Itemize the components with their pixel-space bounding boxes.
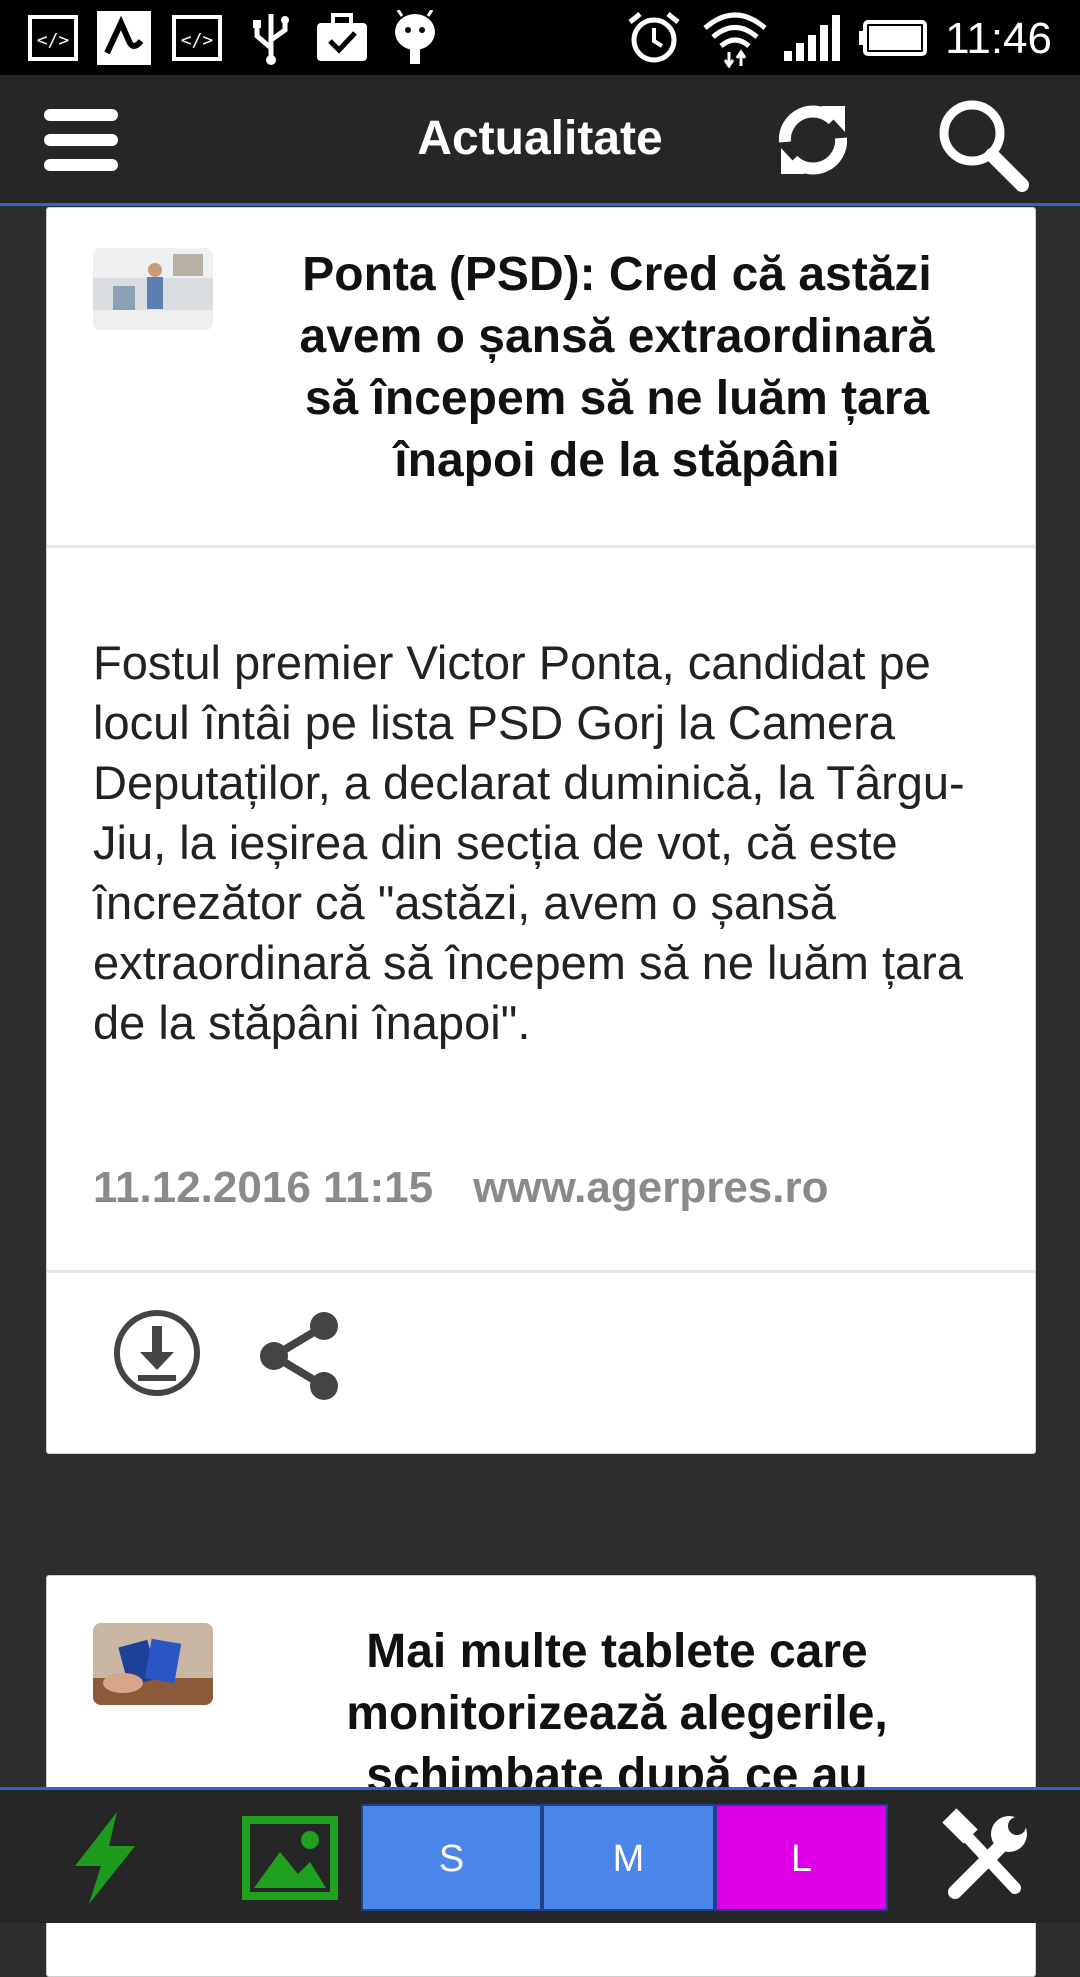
divider: [47, 545, 1035, 548]
search-icon[interactable]: [932, 95, 1032, 195]
download-icon[interactable]: [112, 1308, 202, 1398]
article-card[interactable]: Ponta (PSD): Cred că astăzi avem o șansă…: [46, 207, 1036, 1454]
avira-icon: [96, 10, 152, 66]
size-large-button[interactable]: L: [715, 1804, 888, 1911]
article-date: 11.12.2016 11:15: [93, 1163, 434, 1212]
article-meta: 11.12.2016 11:15 www.agerpres.ro: [93, 1163, 829, 1213]
divider: [47, 1270, 1035, 1273]
flash-icon[interactable]: [55, 1808, 155, 1908]
usb-icon: [244, 10, 298, 66]
refresh-icon[interactable]: [775, 100, 851, 180]
android-icon: [390, 10, 440, 66]
code-icon: </>: [170, 10, 224, 66]
page-title: Actualitate: [417, 112, 663, 165]
status-bar: </> </> 11:46: [0, 0, 1080, 75]
menu-icon[interactable]: [44, 105, 120, 175]
svg-text:</>: </>: [37, 30, 70, 51]
article-source[interactable]: www.agerpres.ro: [473, 1163, 828, 1212]
article-thumbnail[interactable]: [93, 1623, 213, 1705]
alarm-icon: [624, 10, 684, 66]
bottom-toolbar: S M L: [0, 1787, 1080, 1923]
action-bar: Actualitate: [0, 75, 1080, 206]
article-thumbnail[interactable]: [93, 248, 213, 330]
share-icon[interactable]: [252, 1308, 342, 1400]
svg-text:</>: </>: [181, 30, 214, 51]
signal-icon: [780, 10, 842, 66]
article-body: Fostul premier Victor Ponta, candidat pe…: [93, 636, 965, 1049]
briefcase-check-icon: [314, 10, 370, 66]
code-icon: </>: [26, 10, 80, 66]
image-icon[interactable]: [240, 1808, 340, 1908]
battery-icon: [858, 10, 928, 66]
size-small-button[interactable]: S: [361, 1804, 542, 1911]
tools-icon[interactable]: [935, 1808, 1035, 1908]
text-size-selector: S M L: [361, 1804, 888, 1911]
article-headline[interactable]: Mai multe tablete care monitorizează ale…: [267, 1621, 967, 1807]
article-headline[interactable]: Ponta (PSD): Cred că astăzi avem o șansă…: [267, 244, 967, 492]
wifi-icon: [700, 10, 770, 68]
clock: 11:46: [945, 14, 1052, 63]
size-medium-button[interactable]: M: [542, 1804, 715, 1911]
